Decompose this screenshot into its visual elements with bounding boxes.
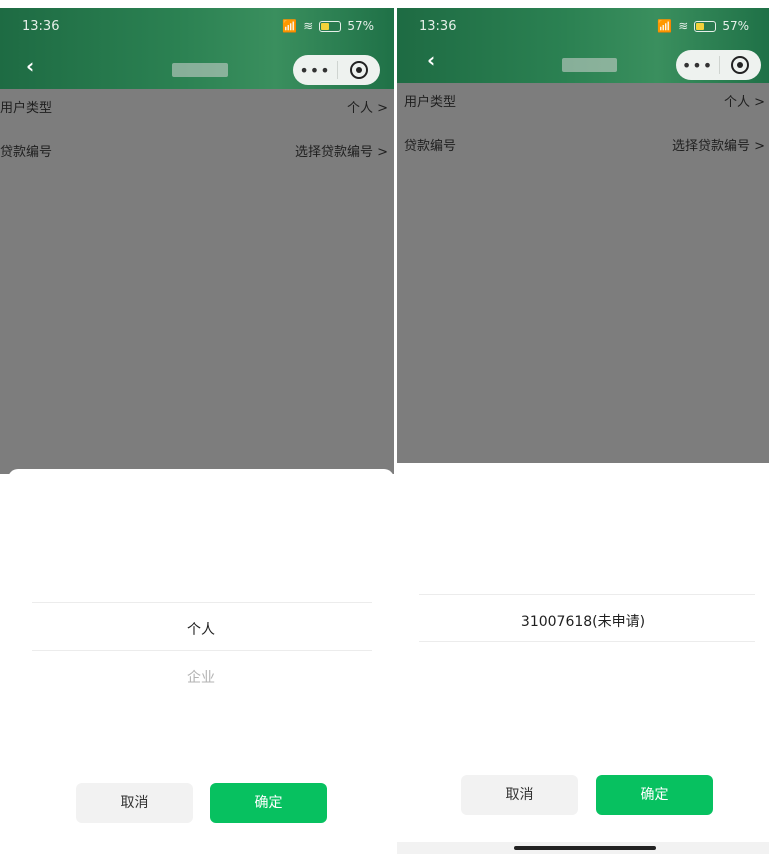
row-value: 个人 >	[723, 95, 765, 110]
close-button[interactable]	[720, 56, 761, 74]
row-value: 选择贷款编号 >	[294, 145, 388, 160]
row-value: 个人 >	[346, 101, 388, 116]
more-button[interactable]: •••	[293, 61, 337, 80]
battery-level: 57%	[722, 19, 749, 33]
back-button[interactable]: ‹	[427, 48, 435, 72]
row-value: 选择贷款编号 >	[671, 139, 765, 154]
back-button[interactable]: ‹	[26, 54, 34, 78]
row-label: 贷款编号	[404, 139, 457, 154]
target-icon	[731, 56, 750, 74]
row-user-type[interactable]: 用户类型 个人 >	[0, 97, 394, 123]
row-label: 贷款编号	[0, 145, 53, 160]
selection-line-bottom	[419, 641, 755, 642]
cancel-button[interactable]: 取消	[76, 783, 193, 823]
selection-line-bottom	[32, 650, 372, 651]
cancel-button[interactable]: 取消	[461, 775, 578, 815]
miniprogram-capsule: •••	[676, 50, 761, 80]
close-button[interactable]	[338, 61, 380, 79]
wifi-icon: ≋	[678, 19, 689, 33]
selection-line-top	[419, 594, 755, 595]
selection-line-top	[32, 602, 372, 603]
modal-overlay[interactable]: 用户类型 个人 > 贷款编号 选择贷款编号 >	[397, 83, 769, 470]
right-screen: 13:36 📶 ≋ 57% ‹ ••• 用户类型 个人 > 贷款编号 选择贷款编…	[397, 8, 769, 854]
picker-option[interactable]: 企业	[8, 667, 394, 687]
picker-sheet: 个人 企业 取消 确定	[8, 469, 394, 854]
confirm-button[interactable]: 确定	[596, 775, 713, 815]
picker-option-selected[interactable]: 个人	[8, 619, 394, 639]
row-user-type[interactable]: 用户类型 个人 >	[397, 91, 769, 117]
picker-sheet: 31007618(未申请) 取消 确定	[397, 463, 769, 854]
page-title-redacted	[172, 63, 228, 77]
picker-option-selected[interactable]: 31007618(未申请)	[397, 611, 769, 631]
confirm-button[interactable]: 确定	[210, 783, 327, 823]
signal-icon: 📶	[282, 19, 298, 33]
header-bar: 13:36 📶 ≋ 57% ‹ •••	[397, 8, 769, 83]
row-label: 用户类型	[404, 95, 457, 110]
battery-icon	[694, 20, 717, 32]
wifi-icon: ≋	[303, 19, 314, 33]
status-indicators: 📶 ≋ 57%	[282, 19, 374, 33]
row-label: 用户类型	[0, 101, 53, 116]
signal-icon: 📶	[657, 19, 673, 33]
status-time: 13:36	[22, 19, 60, 34]
row-loan-number[interactable]: 贷款编号 选择贷款编号 >	[397, 135, 769, 161]
battery-icon	[319, 20, 342, 32]
row-loan-number[interactable]: 贷款编号 选择贷款编号 >	[0, 141, 394, 167]
modal-overlay[interactable]: 用户类型 个人 > 贷款编号 选择贷款编号 >	[0, 89, 394, 474]
page-title-redacted	[562, 58, 617, 72]
target-icon	[350, 61, 368, 79]
header-bar: 13:36 📶 ≋ 57% ‹ •••	[0, 8, 394, 89]
home-indicator[interactable]	[514, 846, 656, 850]
more-button[interactable]: •••	[676, 56, 719, 75]
status-indicators: 📶 ≋ 57%	[657, 19, 749, 33]
left-screen: 13:36 📶 ≋ 57% ‹ ••• 用户类型 个人 > 贷款编号 选择贷款编…	[0, 8, 394, 854]
miniprogram-capsule: •••	[293, 55, 380, 85]
status-time: 13:36	[419, 19, 457, 34]
battery-level: 57%	[347, 19, 374, 33]
